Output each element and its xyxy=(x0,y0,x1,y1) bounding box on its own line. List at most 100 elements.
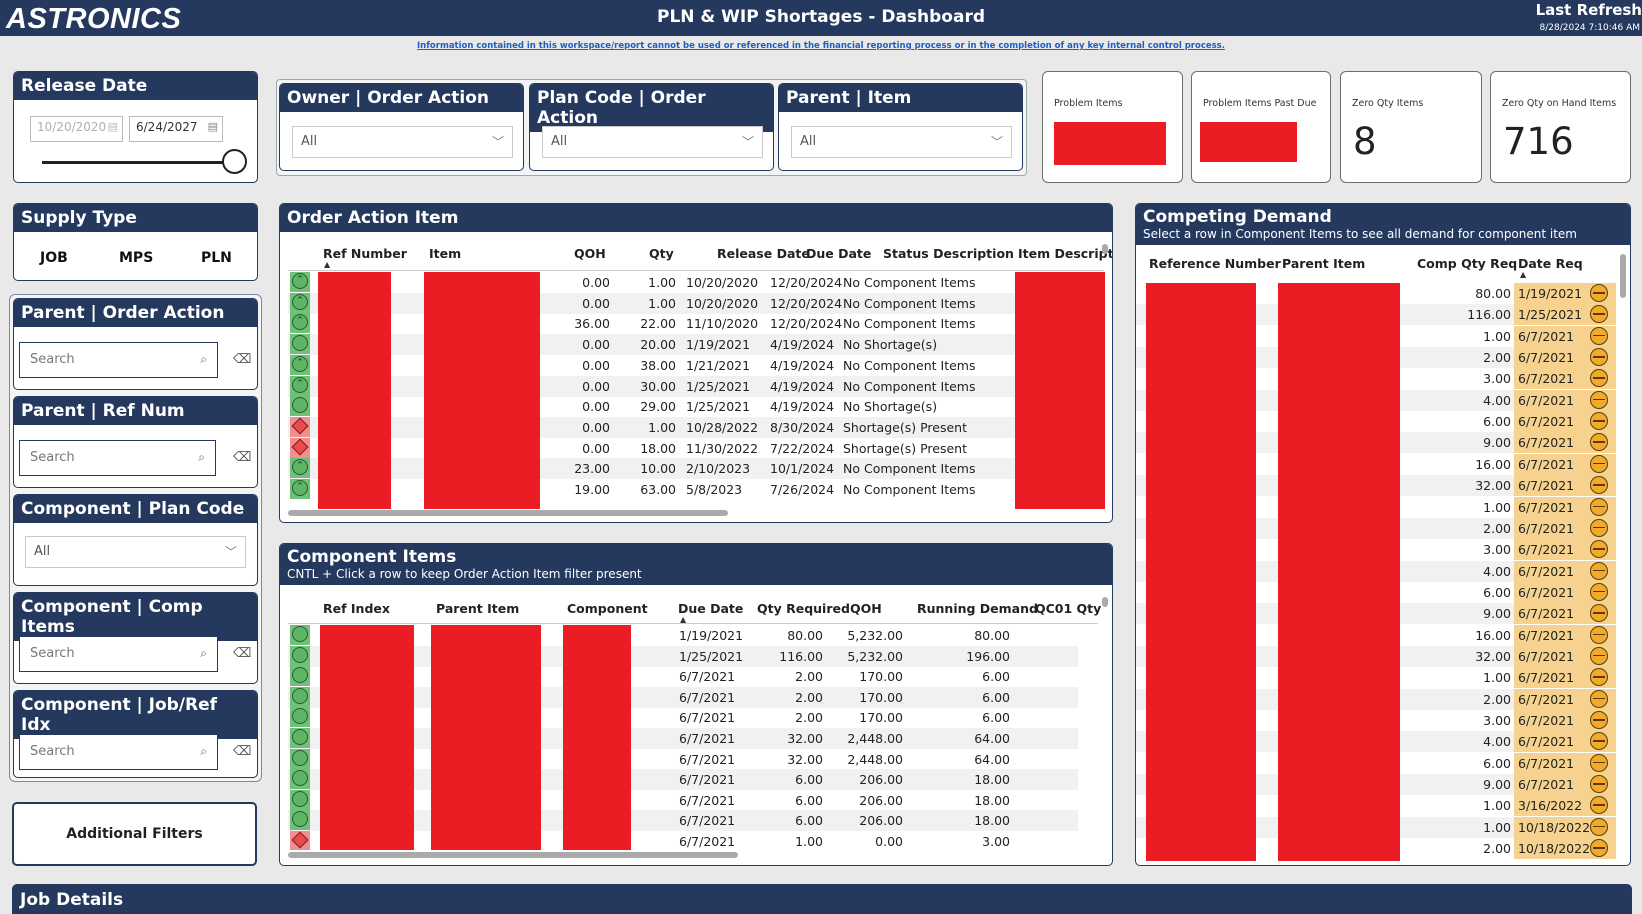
vertical-scrollbar[interactable] xyxy=(1102,244,1108,254)
release-date-end-value: 6/24/2027 xyxy=(136,120,198,134)
no-components-icon: ⌃ xyxy=(290,375,310,396)
col-comp-qty-req[interactable]: Comp Qty Req xyxy=(1417,256,1517,271)
release-date-start-input[interactable]: 10/20/2020 ▤ xyxy=(30,116,123,142)
table-row[interactable]: ⌃ 36.00 22.00 11/10/2020 12/20/2024 No Compon… xyxy=(288,313,1102,334)
component-comp-items-filter: Component | Comp Items Search ⌕ ⌫ xyxy=(13,592,258,684)
eraser-icon[interactable]: ⌫ xyxy=(233,646,251,661)
plan-code-order-action-dropdown[interactable]: All ﹀ xyxy=(542,126,763,158)
eraser-icon[interactable]: ⌫ xyxy=(233,450,251,465)
col-item[interactable]: Item xyxy=(429,246,461,261)
col-component[interactable]: Component xyxy=(567,601,648,616)
comp-qty-req-cell: 32.00 xyxy=(1475,478,1511,494)
col-reference-number[interactable]: Reference Number xyxy=(1149,256,1281,271)
eraser-icon[interactable]: ⌫ xyxy=(233,744,251,759)
ok-status-icon xyxy=(290,707,310,728)
release-date-slider-handle[interactable] xyxy=(222,149,247,174)
qty-cell: 1.00 xyxy=(648,419,676,435)
status-description-cell: No Component Items xyxy=(843,295,976,311)
col-due-date[interactable]: Due Date xyxy=(678,601,743,616)
component-plan-code-filter: Component | Plan Code All ﹀ xyxy=(13,494,258,586)
date-req-cell: 6/7/2021 xyxy=(1518,520,1575,536)
competing-demand-panel: Competing Demand Select a row in Compone… xyxy=(1135,203,1631,866)
shortage-icon xyxy=(290,831,310,850)
kpi-problem-items-past-due: Problem Items Past Due xyxy=(1191,71,1331,183)
table-row[interactable]: ⌃ 0.00 30.00 1/25/2021 4/19/2024 No Component… xyxy=(288,375,1102,397)
owner-order-action-dropdown[interactable]: All ﹀ xyxy=(292,126,513,158)
col-qc01-qty[interactable]: QC01 Qty xyxy=(1035,601,1101,616)
additional-filters-label: Additional Filters xyxy=(66,826,203,842)
qty-cell: 1.00 xyxy=(648,275,676,290)
table-row[interactable]: 0.00 1.00 10/28/2022 8/30/2024 Shortage(s) P… xyxy=(288,416,1102,438)
kpi-zero-qty-on-hand-value: 716 xyxy=(1503,120,1574,163)
supply-type-mps[interactable]: MPS xyxy=(119,250,153,266)
component-plan-code-dropdown[interactable]: All ﹀ xyxy=(25,536,246,568)
running-demand-cell: 6.00 xyxy=(982,710,1010,726)
qoh-cell: 206.00 xyxy=(859,813,903,829)
status-description-cell: Shortage(s) Present xyxy=(843,440,967,456)
chevron-down-icon: ﹀ xyxy=(224,545,237,559)
circle-icon xyxy=(292,749,308,766)
due-date-cell: 7/22/2024 xyxy=(770,440,835,456)
date-req-cell: 6/7/2021 xyxy=(1518,392,1575,408)
warning-icon xyxy=(1590,326,1608,345)
release-date-cell: 10/28/2022 xyxy=(686,419,759,435)
date-req-cell: 6/7/2021 xyxy=(1518,350,1575,366)
diamond-icon xyxy=(291,417,309,435)
table-row[interactable]: ⌃ 19.00 63.00 5/8/2023 7/26/2024 No Component… xyxy=(288,479,1102,500)
parent-ref-num-search[interactable]: Search ⌕ xyxy=(19,440,216,476)
circle-icon xyxy=(292,667,308,684)
parent-item-dropdown[interactable]: All ﹀ xyxy=(791,126,1012,158)
release-date-cell: 1/19/2021 xyxy=(686,337,751,353)
disclaimer-link[interactable]: Information contained in this workspace/… xyxy=(0,41,1642,51)
search-icon: ⌕ xyxy=(200,352,207,366)
table-row[interactable]: ⌃ 0.00 38.00 1/21/2021 4/19/2024 No Component… xyxy=(288,354,1102,376)
col-release-date[interactable]: Release Date xyxy=(717,246,810,261)
col-ref-number[interactable]: Ref Number xyxy=(323,246,407,261)
col-date-req[interactable]: Date Req xyxy=(1518,256,1583,271)
table-row[interactable]: ⌃ 0.00 1.00 10/20/2020 12/20/2024 No Componen… xyxy=(288,272,1102,293)
qoh-cell: 0.00 xyxy=(582,440,610,456)
col-status-description[interactable]: Status Description xyxy=(883,246,1014,261)
parent-order-action-search[interactable]: Search ⌕ xyxy=(19,342,218,378)
shortage-icon xyxy=(290,416,310,437)
table-row[interactable]: ⌃ 0.00 1.00 10/20/2020 12/20/2024 No Componen… xyxy=(288,292,1102,314)
search-icon: ⌕ xyxy=(200,646,207,660)
release-date-end-input[interactable]: 6/24/2027 ▤ xyxy=(129,116,223,142)
col-qoh[interactable]: QOH xyxy=(850,601,882,616)
eraser-icon[interactable]: ⌫ xyxy=(233,352,251,367)
component-comp-items-search[interactable]: Search ⌕ xyxy=(19,636,218,672)
release-date-slider-track[interactable] xyxy=(42,161,232,164)
diamond-icon xyxy=(291,831,309,849)
supply-type-job[interactable]: JOB xyxy=(40,250,68,266)
col-ref-index[interactable]: Ref Index xyxy=(323,601,390,616)
horizontal-scrollbar[interactable] xyxy=(288,852,738,858)
release-date-start-value: 10/20/2020 xyxy=(37,120,107,134)
order-action-item-rows: ⌃ 0.00 1.00 10/20/2020 12/20/2024 No Componen… xyxy=(288,272,1102,508)
table-row[interactable]: ⌃ 23.00 10.00 2/10/2023 10/1/2024 No Componen… xyxy=(288,458,1102,480)
table-row[interactable]: 0.00 18.00 11/30/2022 7/22/2024 Shortage(s) … xyxy=(288,437,1102,459)
search-icon: ⌕ xyxy=(200,744,207,758)
supply-type-pln[interactable]: PLN xyxy=(201,250,232,266)
table-row[interactable]: 0.00 20.00 1/19/2021 4/19/2024 No Shortage(s… xyxy=(288,334,1102,356)
additional-filters-button[interactable]: Additional Filters xyxy=(12,802,257,866)
circle-icon xyxy=(292,790,308,807)
table-row[interactable]: 0.00 29.00 1/25/2021 4/19/2024 No Shortage(s… xyxy=(288,396,1102,417)
comp-qty-req-cell: 4.00 xyxy=(1483,392,1511,408)
component-plan-code-value: All xyxy=(34,544,51,559)
vertical-scrollbar[interactable] xyxy=(1620,254,1626,298)
parent-item-filter: Parent | Item All ﹀ xyxy=(778,83,1023,171)
col-qty[interactable]: Qty xyxy=(649,246,674,261)
chevron-down-icon: ﹀ xyxy=(491,135,504,149)
component-job-ref-idx-search[interactable]: Search ⌕ xyxy=(19,734,218,770)
col-qoh[interactable]: QOH xyxy=(574,246,606,261)
competing-demand-title: Competing Demand xyxy=(1143,207,1332,227)
col-due-date[interactable]: Due Date xyxy=(806,246,871,261)
col-item-description[interactable]: Item Descript xyxy=(1018,246,1112,261)
col-parent-item[interactable]: Parent Item xyxy=(436,601,519,616)
vertical-scrollbar[interactable] xyxy=(1102,597,1108,607)
date-req-cell: 6/7/2021 xyxy=(1518,691,1575,707)
horizontal-scrollbar[interactable] xyxy=(288,510,728,516)
col-qty-required[interactable]: Qty Required xyxy=(757,601,850,616)
col-parent-item[interactable]: Parent Item xyxy=(1282,256,1365,271)
col-running-demand[interactable]: Running Demand xyxy=(917,601,1038,616)
